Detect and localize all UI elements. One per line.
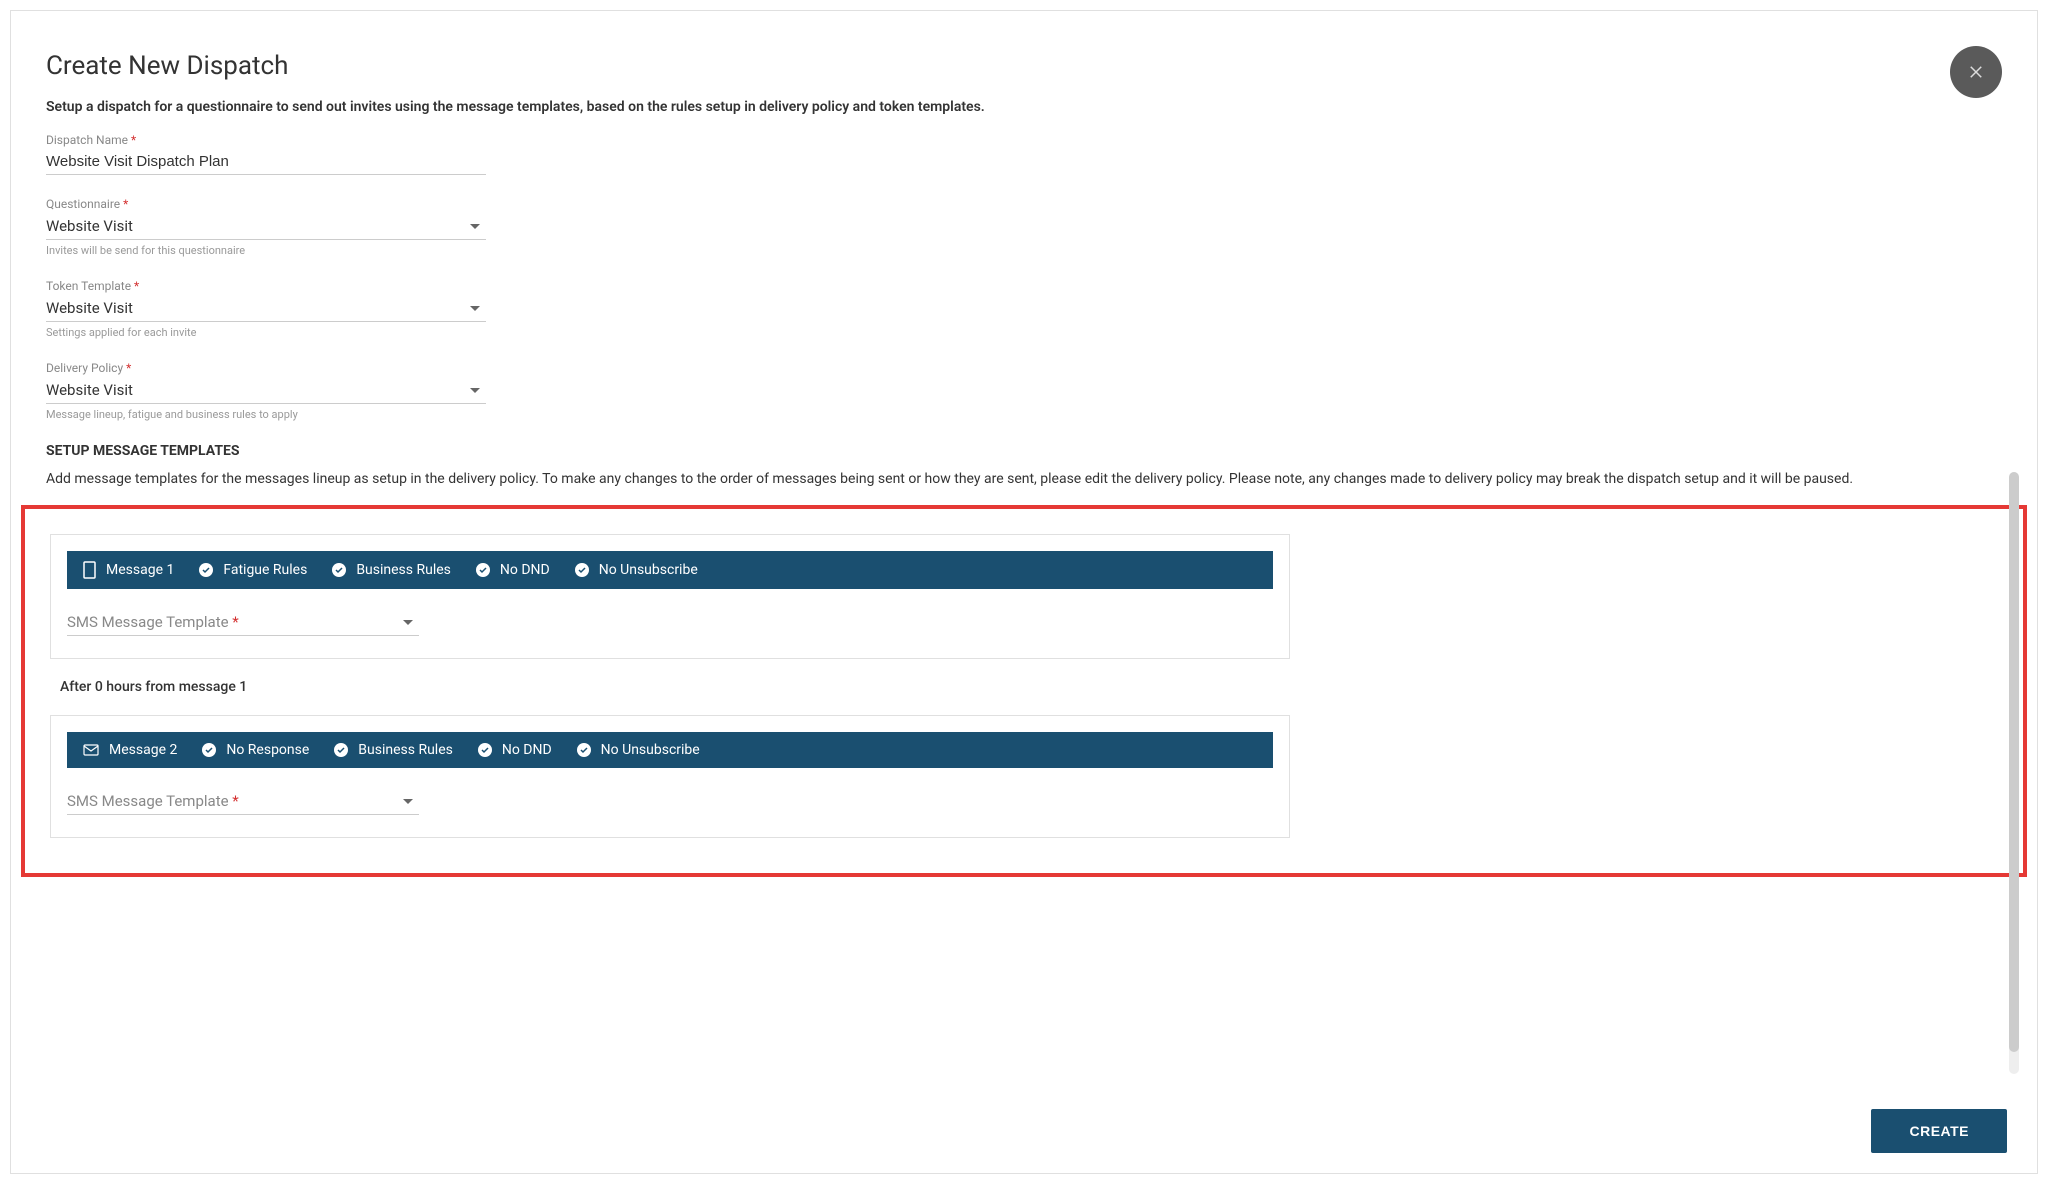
tag-no-unsubscribe: No Unsubscribe: [601, 742, 700, 758]
token-template-label: Token Template *: [46, 279, 486, 293]
dispatch-name-input[interactable]: [46, 149, 486, 175]
check-circle-icon: [202, 743, 216, 757]
questionnaire-value: Website Visit: [46, 217, 133, 235]
questionnaire-hint: Invites will be send for this questionna…: [46, 244, 486, 257]
message-block-1: Message 1 Fatigue Rules Business Rules: [50, 534, 1290, 659]
token-template-group: Token Template * Website Visit Settings …: [46, 279, 486, 339]
check-circle-icon: [478, 743, 492, 757]
tag-no-dnd: No DND: [502, 742, 552, 758]
templates-heading: SETUP MESSAGE TEMPLATES: [46, 443, 2002, 459]
delivery-policy-select[interactable]: Website Visit: [46, 377, 486, 404]
check-circle-icon: [199, 563, 213, 577]
message-header-2: Message 2 No Response Business Rules: [67, 732, 1273, 768]
phone-icon: [83, 561, 96, 579]
message-header-1: Message 1 Fatigue Rules Business Rules: [67, 551, 1273, 589]
delivery-policy-group: Delivery Policy * Website Visit Message …: [46, 361, 486, 421]
page-title: Create New Dispatch: [46, 51, 2002, 81]
delivery-policy-hint: Message lineup, fatigue and business rul…: [46, 408, 486, 421]
delivery-policy-label: Delivery Policy *: [46, 361, 486, 375]
chevron-down-icon: [403, 799, 413, 804]
tag-no-response: No Response: [226, 742, 309, 758]
questionnaire-select[interactable]: Website Visit: [46, 213, 486, 240]
tag-fatigue-rules: Fatigue Rules: [223, 562, 307, 578]
questionnaire-label: Questionnaire *: [46, 197, 486, 211]
chevron-down-icon: [403, 620, 413, 625]
templates-description: Add message templates for the messages l…: [46, 469, 2002, 490]
check-circle-icon: [476, 563, 490, 577]
token-template-value: Website Visit: [46, 299, 133, 317]
scrollbar-thumb[interactable]: [2009, 472, 2019, 1052]
close-button[interactable]: [1950, 46, 2002, 98]
questionnaire-group: Questionnaire * Website Visit Invites wi…: [46, 197, 486, 257]
tag-no-unsubscribe: No Unsubscribe: [599, 562, 698, 578]
check-circle-icon: [577, 743, 591, 757]
message-1-title: Message 1: [106, 562, 174, 578]
chevron-down-icon: [470, 306, 480, 311]
dispatch-name-group: Dispatch Name *: [46, 133, 486, 175]
create-button[interactable]: CREATE: [1871, 1109, 2007, 1153]
delivery-policy-value: Website Visit: [46, 381, 133, 399]
check-circle-icon: [332, 563, 346, 577]
token-template-select[interactable]: Website Visit: [46, 295, 486, 322]
close-icon: [1967, 63, 1985, 81]
sms-template-select-1[interactable]: SMS Message Template *: [67, 609, 419, 636]
tag-business-rules: Business Rules: [356, 562, 451, 578]
scrollbar[interactable]: [2009, 472, 2019, 1074]
check-circle-icon: [575, 563, 589, 577]
chevron-down-icon: [470, 388, 480, 393]
tag-business-rules: Business Rules: [358, 742, 453, 758]
token-template-hint: Settings applied for each invite: [46, 326, 486, 339]
sms-template-select-2[interactable]: SMS Message Template *: [67, 788, 419, 815]
tag-no-dnd: No DND: [500, 562, 550, 578]
message-2-title: Message 2: [109, 742, 177, 758]
envelope-icon: [83, 744, 99, 756]
chevron-down-icon: [470, 224, 480, 229]
page-description: Setup a dispatch for a questionnaire to …: [46, 99, 2002, 115]
highlighted-templates-region: Message 1 Fatigue Rules Business Rules: [21, 505, 2027, 877]
dispatch-name-label: Dispatch Name *: [46, 133, 486, 147]
interval-text: After 0 hours from message 1: [60, 679, 1998, 695]
message-block-2: Message 2 No Response Business Rules: [50, 715, 1290, 838]
create-dispatch-modal: Create New Dispatch Setup a dispatch for…: [10, 10, 2038, 1174]
check-circle-icon: [334, 743, 348, 757]
modal-footer: CREATE: [11, 1089, 2037, 1173]
